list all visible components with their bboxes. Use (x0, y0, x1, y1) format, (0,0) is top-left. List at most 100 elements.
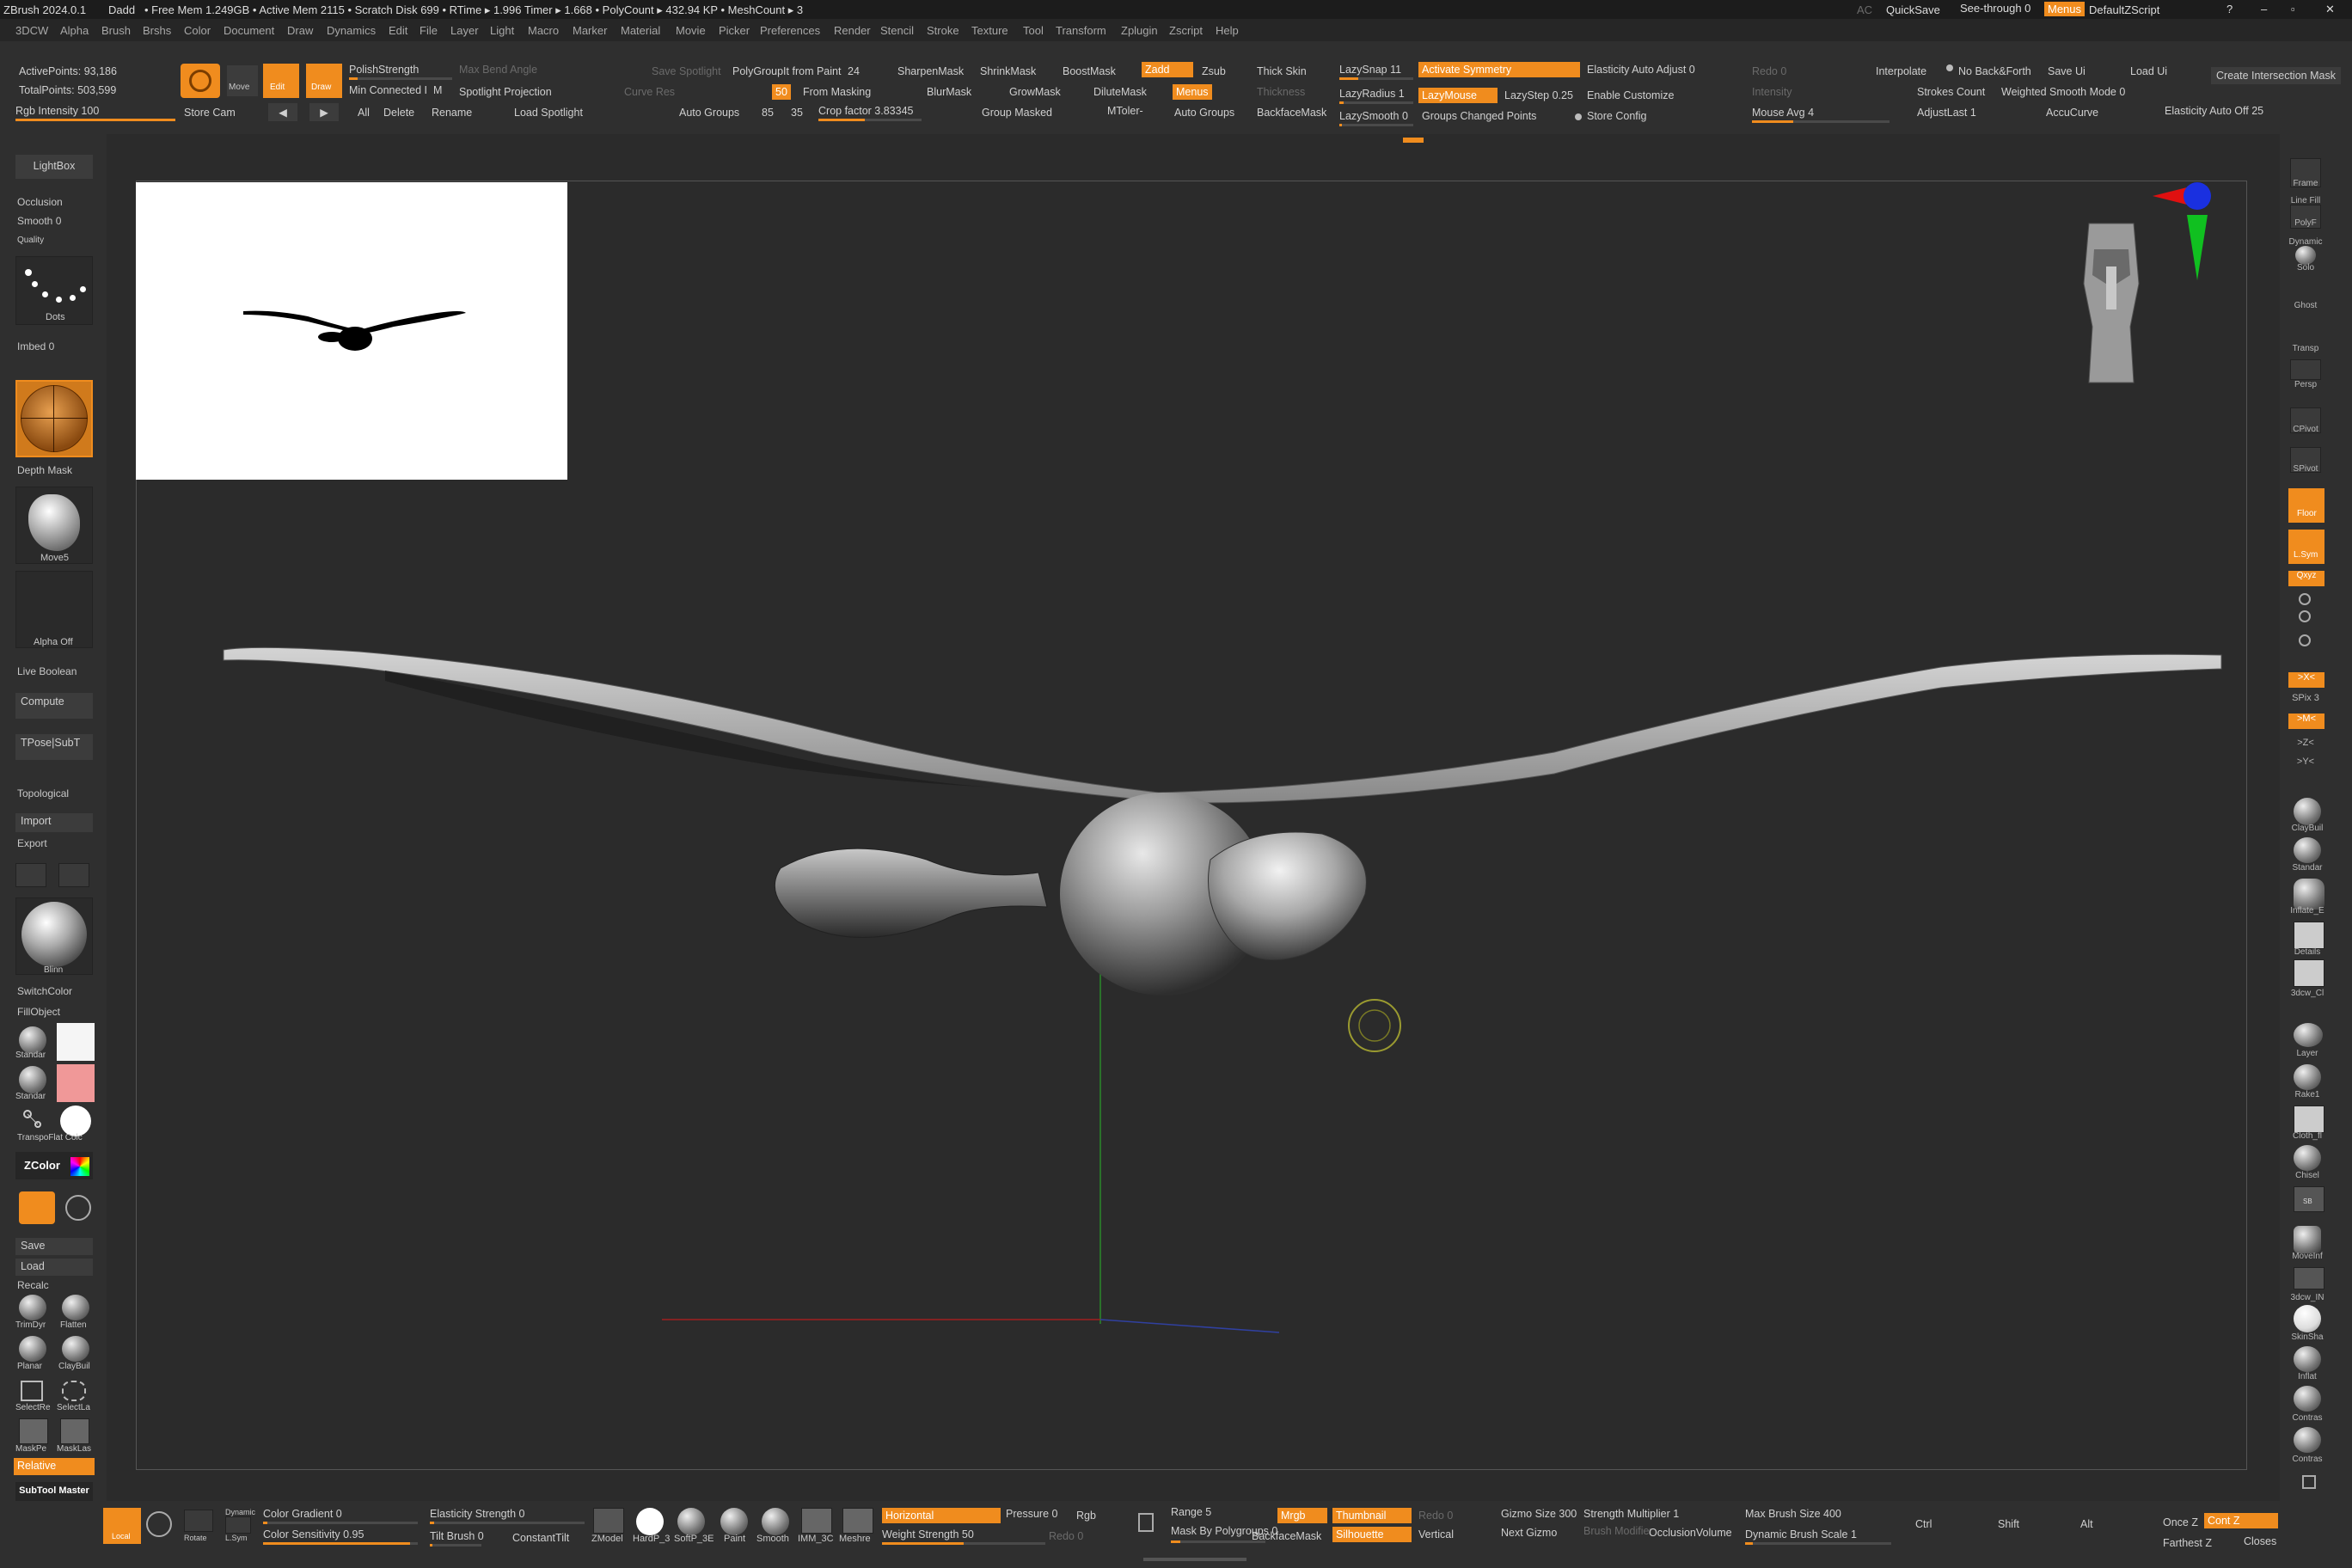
rotate-z-icon[interactable] (2299, 610, 2311, 622)
weight-strength-bar[interactable] (882, 1542, 1045, 1545)
elasticity-auto-off-slider[interactable]: Elasticity Auto Off 25 (2165, 105, 2263, 117)
menu-transform[interactable]: Transform (1056, 24, 1106, 37)
compute-button[interactable]: Compute (15, 693, 93, 719)
lsym-button[interactable]: L.Sym (2288, 530, 2324, 564)
shelf-scroll-handle[interactable] (1403, 138, 1424, 143)
redo-slider[interactable]: Redo 0 (1752, 65, 1786, 77)
adjust-last-slider[interactable]: AdjustLast 1 (1917, 107, 1976, 119)
zadd-button[interactable]: Zadd (1142, 62, 1193, 77)
strokes-count-slider[interactable]: Strokes Count (1917, 86, 1985, 98)
vertical-button[interactable]: Vertical (1418, 1528, 1454, 1540)
auto-groups-button[interactable]: Auto Groups (679, 107, 739, 119)
menu-file[interactable]: File (420, 24, 438, 37)
trimdyn-brush-icon[interactable] (19, 1295, 46, 1320)
max-bend-angle-slider[interactable]: Max Bend Angle (459, 64, 537, 76)
horizontal-button[interactable]: Horizontal (882, 1508, 1001, 1523)
curve-res-slider[interactable]: Curve Res (624, 86, 675, 98)
menu-texture[interactable]: Texture (971, 24, 1008, 37)
dilute-mask-button[interactable]: DiluteMask (1093, 86, 1147, 98)
inflat-brush-icon[interactable] (2294, 1346, 2321, 1372)
save-spotlight-button[interactable]: Save Spotlight (652, 65, 721, 77)
sharpen-mask-button[interactable]: SharpenMask (897, 65, 964, 77)
prev-arrow-icon[interactable]: ◀ (268, 103, 297, 121)
smooth-brush-icon[interactable] (762, 1508, 789, 1535)
menu-material[interactable]: Material (621, 24, 660, 37)
mrgb-button[interactable]: Mrgb (1277, 1508, 1327, 1523)
onoff-toggle-icon[interactable] (15, 863, 46, 887)
tilt-brush-bar[interactable] (430, 1544, 481, 1547)
help-icon[interactable]: ? (2226, 3, 2233, 15)
solo-icon[interactable] (2295, 246, 2316, 265)
lazymouse-button[interactable]: LazyMouse (1418, 88, 1498, 103)
thumbnail-button[interactable]: Thumbnail (1332, 1508, 1412, 1523)
menu-picker[interactable]: Picker (719, 24, 750, 37)
minimize-icon[interactable]: – (2261, 3, 2267, 15)
interpolate-radio[interactable] (1946, 64, 1953, 71)
xyz-button[interactable]: Qxyz (2288, 571, 2324, 586)
store-config-button[interactable]: Store Config (1587, 110, 1646, 122)
topological-button[interactable]: Topological (17, 787, 69, 799)
menu-macro[interactable]: Macro (528, 24, 559, 37)
maskpen-icon[interactable] (19, 1418, 48, 1444)
menu-document[interactable]: Document (224, 24, 274, 37)
intensity-slider[interactable]: Intensity (1752, 86, 1792, 98)
ghost-label[interactable]: Ghost (2280, 301, 2331, 310)
silhouette-button[interactable]: Silhouette (1332, 1527, 1412, 1542)
load-ui-button[interactable]: Load Ui (2130, 65, 2167, 77)
zcolor-button[interactable]: ZColor (15, 1152, 93, 1179)
sb-brush-icon[interactable]: SB (2294, 1186, 2324, 1212)
claybuil-brush-icon[interactable] (62, 1336, 89, 1362)
live-boolean-button[interactable]: Live Boolean (17, 665, 77, 677)
occlusion-volume-button[interactable]: OcclusionVolume (1649, 1527, 1732, 1539)
menu-3dcw[interactable]: 3DCW (15, 24, 48, 37)
rename-button[interactable]: Rename (432, 107, 472, 119)
farthest-z-button[interactable]: Farthest Z (2163, 1537, 2212, 1549)
max-brush-size-slider[interactable]: Max Brush Size 400 (1745, 1508, 1841, 1520)
save-button[interactable]: Save (15, 1238, 93, 1255)
elasticity-strength-slider[interactable]: Elasticity Strength 0 (430, 1508, 524, 1520)
store-cam-button[interactable]: Store Cam (184, 107, 236, 119)
grow-mask-button[interactable]: GrowMask (1009, 86, 1061, 98)
imbed-slider[interactable]: Imbed 0 (17, 340, 54, 352)
color-sensitivity-bar[interactable] (263, 1542, 418, 1545)
interpolate-button[interactable]: Interpolate (1876, 65, 1926, 77)
color-sensitivity-slider[interactable]: Color Sensitivity 0.95 (263, 1528, 364, 1540)
value-24[interactable]: 24 (848, 65, 860, 77)
tpose-subt-button[interactable]: TPose|SubT (15, 734, 93, 760)
move5-brush-button[interactable]: Move5 (15, 487, 93, 564)
rotate-free-icon[interactable] (2299, 634, 2311, 646)
rgb-intensity-slider[interactable]: Rgb Intensity 100 (15, 105, 99, 117)
tilt-brush-slider[interactable]: Tilt Brush 0 (430, 1530, 484, 1542)
menu-marker[interactable]: Marker (573, 24, 607, 37)
m-sym-button[interactable]: >M< (2288, 714, 2324, 729)
menu-zscript[interactable]: Zscript (1169, 24, 1203, 37)
color-gradient-slider[interactable]: Color Gradient 0 (263, 1508, 342, 1520)
backface-mask-button[interactable]: BackfaceMask (1257, 107, 1326, 119)
backface-mask-button[interactable]: BackfaceMask (1252, 1530, 1321, 1542)
moveinf-brush-icon[interactable] (2294, 1226, 2321, 1253)
lazyradius-slider[interactable]: LazyRadius 1 (1339, 88, 1405, 100)
layer-brush-icon[interactable] (2294, 1023, 2323, 1047)
claybuil-brush-icon[interactable] (2294, 798, 2321, 825)
accucurve-button[interactable]: AccuCurve (2046, 107, 2098, 119)
masklasso-icon[interactable] (60, 1418, 89, 1444)
occlusion-button[interactable]: Occlusion (17, 196, 63, 208)
switch-color-button[interactable]: SwitchColor (17, 985, 72, 997)
next-arrow-icon[interactable]: ▶ (309, 103, 339, 121)
import-button[interactable]: Import (15, 813, 93, 832)
menu-preferences[interactable]: Preferences (760, 24, 820, 37)
lazyradius-bar[interactable] (1339, 101, 1413, 104)
rake-brush-icon[interactable] (2294, 1064, 2321, 1090)
standard-brush2-icon[interactable] (19, 1066, 46, 1093)
transpose-icon[interactable] (19, 1106, 43, 1130)
softp-brush-icon[interactable] (677, 1508, 705, 1535)
once-z-button[interactable]: Once Z (2163, 1516, 2198, 1528)
rotate-y-icon[interactable] (2299, 593, 2311, 605)
color-gradient-bar[interactable] (263, 1522, 418, 1524)
lock-icon[interactable] (1138, 1513, 1154, 1532)
paint-brush-icon[interactable] (720, 1508, 748, 1535)
rotate-mode-icon[interactable] (146, 1511, 172, 1537)
all-button[interactable]: All (358, 107, 370, 119)
planar-brush-icon[interactable] (19, 1336, 46, 1362)
cont-z-button[interactable]: Cont Z (2204, 1513, 2278, 1528)
